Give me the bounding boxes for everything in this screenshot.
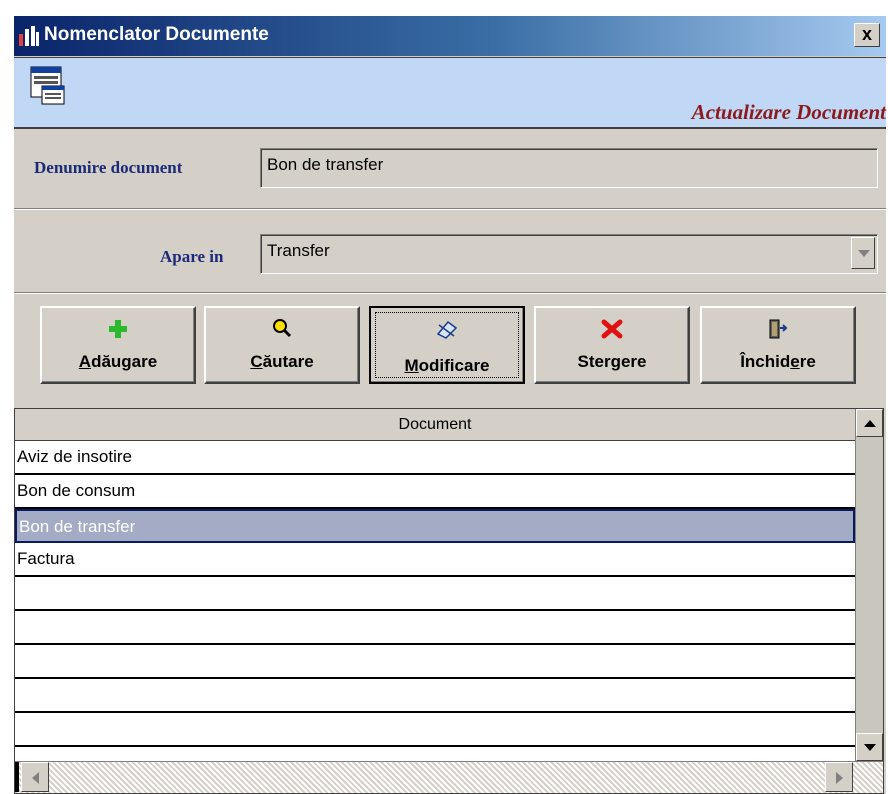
add-button[interactable]: Adăugare: [40, 306, 196, 384]
horizontal-scrollbar[interactable]: [15, 761, 883, 793]
close-form-button[interactable]: Închidere: [700, 306, 856, 384]
document-name-field[interactable]: Bon de transfer: [260, 148, 878, 188]
scroll-up-button[interactable]: [856, 409, 883, 437]
window-title: Nomenclator Documente: [44, 24, 269, 45]
grid-rows: Aviz de insotire Bon de consum Bon de tran…: [15, 441, 855, 747]
magnifier-icon: [273, 319, 292, 338]
appears-in-select[interactable]: Transfer: [260, 234, 878, 274]
vertical-scrollbar[interactable]: [855, 409, 883, 761]
close-icon: x: [861, 24, 872, 44]
table-row[interactable]: [15, 577, 855, 611]
separator: [14, 208, 886, 210]
edit-icon: [436, 320, 458, 339]
documents-grid[interactable]: Document Aviz de insotire Bon de consum Bo…: [14, 408, 884, 794]
dropdown-button[interactable]: [851, 237, 875, 269]
add-button-label: Adăugare: [78, 352, 158, 371]
plus-icon: [109, 320, 127, 338]
table-row[interactable]: Bon de transfer: [15, 509, 855, 543]
header-banner: Actualizare Document: [14, 57, 886, 129]
document-name-label: Denumire document: [34, 158, 183, 177]
search-button[interactable]: Căutare: [204, 306, 360, 384]
window: Nomenclator Documente x Actualizare Docu…: [14, 16, 886, 794]
table-row[interactable]: Factura: [15, 543, 855, 577]
scroll-thumb[interactable]: [15, 762, 19, 792]
title-bar[interactable]: Nomenclator Documente x: [14, 16, 886, 56]
modify-button-label: Modificare: [404, 356, 490, 375]
table-row[interactable]: [15, 645, 855, 679]
table-row[interactable]: [15, 679, 855, 713]
scroll-left-button[interactable]: [21, 762, 49, 792]
close-form-button-label: Închidere: [740, 352, 816, 371]
chart-app-icon: [19, 26, 39, 46]
delete-button[interactable]: Stergere: [534, 306, 690, 384]
arrow-up-icon: [864, 420, 876, 427]
form-title: Actualizare Document: [691, 100, 886, 124]
table-row[interactable]: Bon de consum: [15, 475, 855, 509]
scroll-right-button[interactable]: [825, 762, 853, 792]
table-row[interactable]: Aviz de insotire: [15, 441, 855, 475]
chevron-down-icon: [858, 250, 870, 257]
document-list-icon: [30, 66, 65, 105]
document-name-value: Bon de transfer: [267, 155, 384, 174]
arrow-down-icon: [864, 744, 876, 751]
exit-door-icon: [769, 319, 788, 339]
arrow-left-icon: [32, 772, 39, 784]
delete-button-label: Stergere: [577, 352, 647, 371]
separator: [14, 292, 886, 294]
modify-button[interactable]: Modificare: [369, 306, 525, 384]
search-button-label: Căutare: [250, 352, 314, 371]
table-row[interactable]: [15, 713, 855, 747]
table-row[interactable]: [15, 611, 855, 645]
scroll-down-button[interactable]: [856, 733, 883, 761]
close-button[interactable]: x: [854, 23, 880, 47]
arrow-right-icon: [836, 772, 843, 784]
column-header-document[interactable]: Document: [15, 409, 855, 441]
appears-in-label: Apare in: [160, 247, 224, 266]
appears-in-value: Transfer: [267, 241, 330, 260]
delete-x-icon: [601, 319, 623, 339]
